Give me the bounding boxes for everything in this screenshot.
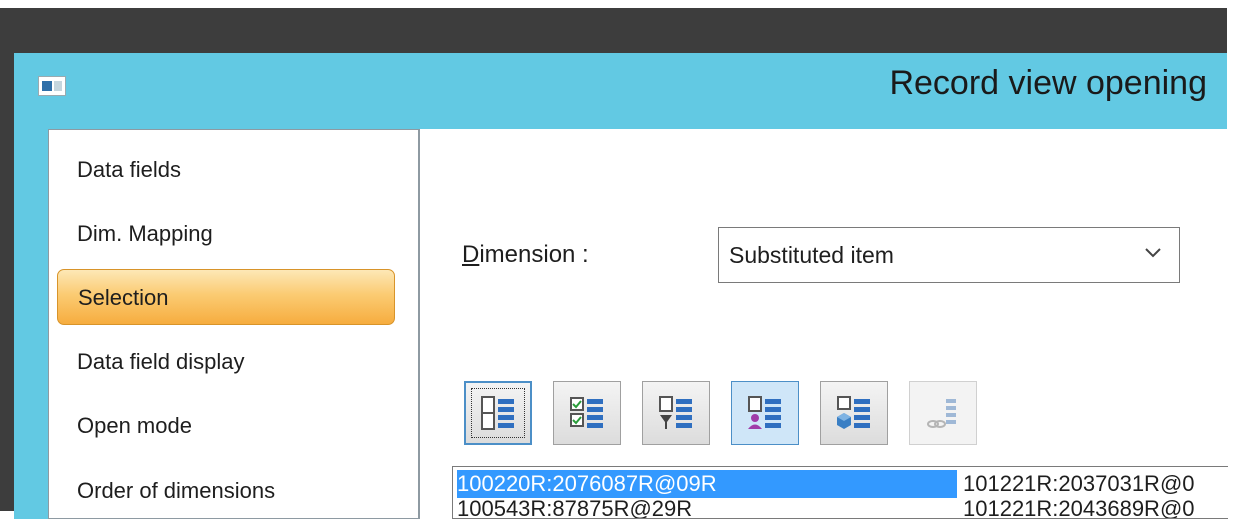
dialog-client-area: Data fields Dim. Mapping Selection Data … [14,121,1228,519]
navigation-list: Data fields Dim. Mapping Selection Data … [48,129,419,519]
title-bar[interactable]: Record view opening [14,53,1227,121]
chevron-down-icon[interactable] [1145,242,1161,263]
hierarchy-members-button[interactable] [820,381,888,445]
checked-members-icon [570,397,603,428]
dimension-label-rest: imension : [479,241,589,268]
dimension-selected-value: Substituted item [729,242,894,268]
nav-item-open-mode[interactable]: Open mode [57,398,395,454]
nav-item-data-field-display[interactable]: Data field display [57,334,395,390]
nav-item-data-fields[interactable]: Data fields [57,142,395,198]
linked-members-button[interactable] [909,381,977,445]
checked-members-button[interactable] [553,381,621,445]
user-members-button[interactable] [731,381,799,445]
nav-item-selection[interactable]: Selection [57,269,395,325]
list-item[interactable]: 100543R:87875R@29R [457,495,957,518]
window-title: Record view opening [889,64,1207,102]
filter-members-icon [659,396,692,429]
nav-item-dim-mapping[interactable]: Dim. Mapping [57,206,395,262]
linked-members-icon [927,399,956,428]
user-members-icon [748,396,781,429]
dimension-label: Dimension : [462,241,589,269]
dimension-label-mnemonic: D [462,241,480,268]
select-all-members-button[interactable] [464,381,532,445]
settings-panel: Dimension : Substituted item 100220R:207… [419,129,1228,519]
members-list[interactable]: 100220R:2076087R@09R 101221R:2037031R@0 … [452,466,1228,519]
list-item[interactable]: 100220R:2076087R@09R [457,470,957,498]
app-window-icon[interactable] [38,76,66,96]
hierarchy-members-icon [837,396,870,429]
list-item[interactable]: 101221R:2037031R@0 [963,470,1228,498]
list-item[interactable]: 101221R:2043689R@0 [963,495,1228,518]
filter-members-button[interactable] [642,381,710,445]
dimension-dropdown[interactable]: Substituted item [718,227,1180,283]
select-all-members-icon [481,396,514,430]
